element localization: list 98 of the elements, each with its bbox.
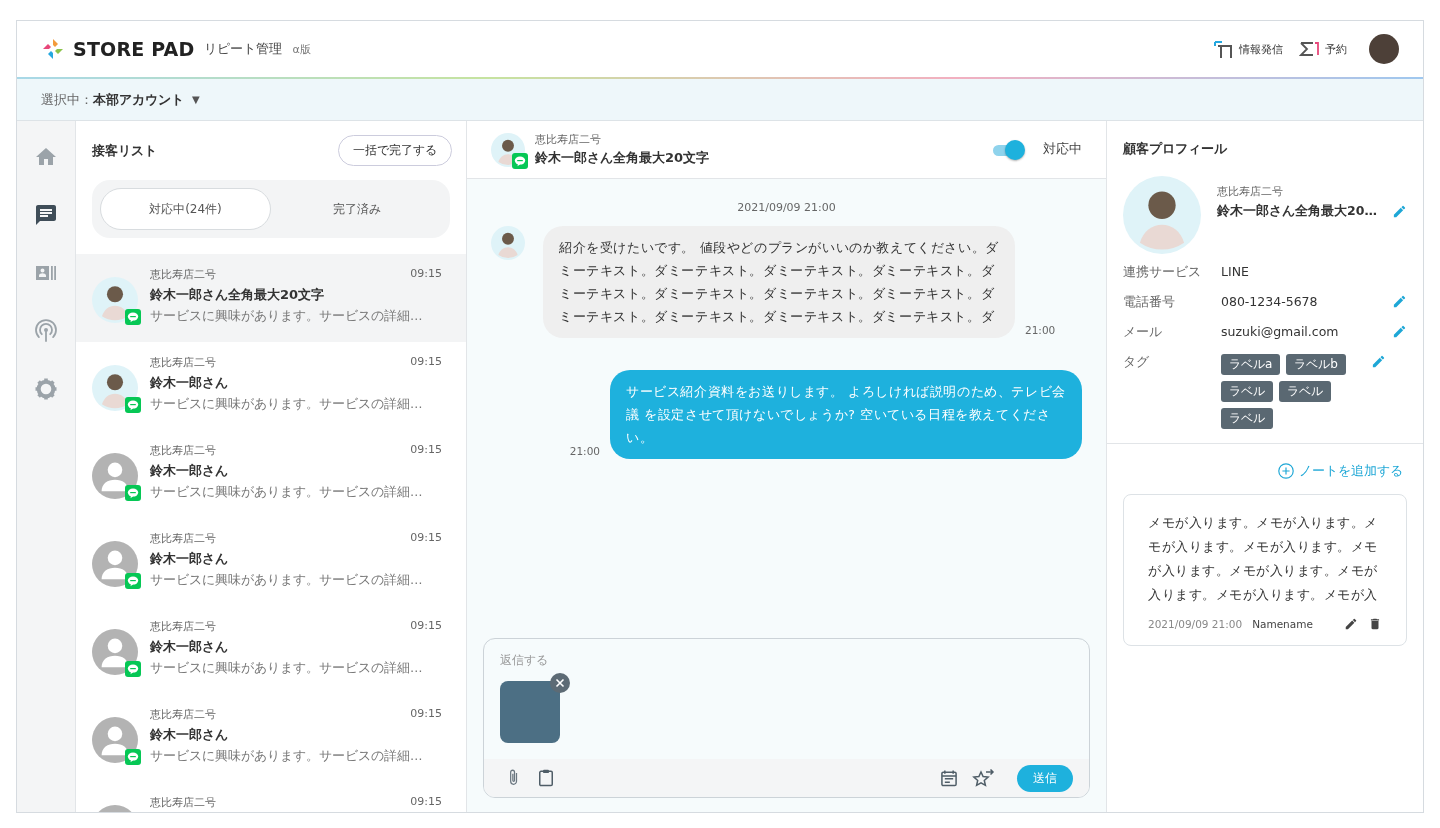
default-avatar-icon xyxy=(92,453,138,499)
message-time: 21:00 xyxy=(569,445,600,457)
chat-badge-icon xyxy=(125,661,141,677)
store-name: 恵比寿店二号 xyxy=(150,355,216,370)
customer-list-item[interactable]: 恵比寿店二号 09:15 鈴木一郎さん全角最大20文字 サービスに興味があります。サービスの詳細… xyxy=(76,254,466,342)
field-label: タグ xyxy=(1123,354,1150,371)
message-bubble: 紹介を受けたいです。 値段やどのプランがいいのか教えてください。ダミーテキスト。ダミーテキスト。ダミーテキスト。ダミーテキスト。ダミーテキスト。ダミーテキスト。ダミーテキスト。ダミーテキスト。ダミーテキスト。ダミーテキスト。ダミーテキスト。ダミーテキスト。ダ xyxy=(543,226,1015,338)
message-time: 09:15 xyxy=(410,707,442,722)
customer-list-item[interactable]: 恵比寿店二号 09:15 xyxy=(76,782,466,812)
customer-name: 鈴木一郎さん全角最大20文字 xyxy=(535,149,710,167)
message-preview: サービスに興味があります。サービスの詳細… xyxy=(150,396,424,413)
edit-icon[interactable] xyxy=(1344,617,1358,631)
store-name: 恵比寿店二号 xyxy=(150,531,216,546)
customer-name: 鈴木一郎さん全角最大20… xyxy=(1217,203,1378,220)
message-time: 09:15 xyxy=(410,355,442,370)
bulk-complete-button[interactable]: 一括で完了する xyxy=(338,135,452,166)
chat-badge-icon xyxy=(125,573,141,589)
note-author: Namename xyxy=(1252,618,1314,630)
frame-icon xyxy=(1213,39,1233,59)
tag-label: ラベルb xyxy=(1286,354,1346,375)
field-value: LINE xyxy=(1221,264,1250,279)
customer-list-item[interactable]: 恵比寿店二号 09:15 鈴木一郎さん サービスに興味があります。サービスの詳細… xyxy=(76,430,466,518)
customer-name: 鈴木一郎さん全角最大20文字 xyxy=(150,286,326,304)
field-label: 連携サービス xyxy=(1123,264,1202,281)
message-preview: サービスに興味があります。サービスの詳細… xyxy=(150,748,424,765)
store-name: 恵比寿店二号 xyxy=(150,795,216,810)
message-time: 09:15 xyxy=(410,443,442,458)
default-avatar-icon xyxy=(92,717,138,763)
version-label: α版 xyxy=(292,41,311,57)
avatar-silhouette-icon xyxy=(92,365,138,411)
avatar-silhouette-icon xyxy=(92,277,138,323)
clipboard-icon[interactable] xyxy=(536,767,556,789)
header-link[interactable]: 情報発信 xyxy=(1213,39,1283,59)
customer-list-item[interactable]: 恵比寿店二号 09:15 鈴木一郎さん サービスに興味があります。サービスの詳細… xyxy=(76,342,466,430)
status-tab[interactable]: 完了済み xyxy=(271,188,442,230)
store-name: 恵比寿店二号 xyxy=(1217,184,1284,199)
toggle-label: 対応中 xyxy=(1043,141,1082,158)
logo-icon xyxy=(41,37,65,61)
customer-name: 鈴木一郎さん xyxy=(150,374,229,392)
message-time: 09:15 xyxy=(410,531,442,546)
plus-circle-icon xyxy=(1277,462,1295,480)
customer-list-item[interactable]: 恵比寿店二号 09:15 鈴木一郎さん サービスに興味があります。サービスの詳細… xyxy=(76,694,466,782)
field-value: 080-1234-5678 xyxy=(1221,294,1319,309)
account-label: 選択中： xyxy=(41,90,93,109)
customer-list-item[interactable]: 恵比寿店二号 09:15 鈴木一郎さん サービスに興味があります。サービスの詳細… xyxy=(76,518,466,606)
store-name: 恵比寿店二号 xyxy=(535,132,602,147)
default-avatar-icon xyxy=(92,629,138,675)
chat-icon[interactable] xyxy=(34,203,58,227)
panel-title: 顧客プロフィール xyxy=(1123,141,1228,158)
header-link[interactable]: 予約 xyxy=(1299,39,1347,59)
note-text: メモが入ります。メモが入ります。メモが入ります。メモが入ります。メモが入ります。メモが入ります。メモが入ります。メモが入ります。メモが入 xyxy=(1148,514,1379,604)
star-arrow-icon[interactable] xyxy=(971,767,995,789)
default-avatar-icon xyxy=(92,541,138,587)
date-label: 2021/09/09 21:00 xyxy=(736,201,837,214)
message-time: 09:15 xyxy=(410,267,442,282)
delete-icon[interactable] xyxy=(1368,617,1382,631)
app-name: リピート管理 xyxy=(204,40,283,58)
customer-list-item[interactable]: 恵比寿店二号 09:15 鈴木一郎さん サービスに興味があります。サービスの詳細… xyxy=(76,606,466,694)
store-name: 恵比寿店二号 xyxy=(150,619,216,634)
user-avatar[interactable] xyxy=(1369,34,1399,64)
antenna-icon[interactable] xyxy=(34,319,58,343)
store-name: 恵比寿店二号 xyxy=(150,443,216,458)
avatar-silhouette-icon xyxy=(1123,176,1201,254)
tag-label: ラベル xyxy=(1221,381,1273,402)
status-tab[interactable]: 対応中(24件) xyxy=(100,188,271,230)
tag-label: ラベル xyxy=(1279,381,1331,402)
reply-input[interactable]: 返信する xyxy=(484,639,1089,673)
store-name: 恵比寿店二号 xyxy=(150,267,216,282)
chat-badge-icon xyxy=(125,309,141,325)
avatar-silhouette-icon xyxy=(491,226,525,260)
customer-name: 鈴木一郎さん xyxy=(150,638,229,656)
list-title: 接客リスト xyxy=(92,141,157,160)
status-toggle[interactable] xyxy=(991,139,1025,160)
message-time: 21:00 xyxy=(1025,324,1056,336)
message-preview: サービスに興味があります。サービスの詳細… xyxy=(150,484,424,501)
customer-name: 鈴木一郎さん xyxy=(150,726,229,744)
message-time: 09:15 xyxy=(410,795,442,810)
logo-text: STORE PAD xyxy=(73,38,195,60)
message-preview: サービスに興味があります。サービスの詳細… xyxy=(150,572,424,589)
tag-label: ラベル xyxy=(1221,408,1273,429)
settings-icon[interactable] xyxy=(34,377,58,401)
note-date: 2021/09/09 21:00 xyxy=(1148,618,1243,630)
customer-name: 鈴木一郎さん xyxy=(150,462,229,480)
field-label: メール xyxy=(1123,324,1163,341)
message-time: 09:15 xyxy=(410,619,442,634)
message-preview: サービスに興味があります。サービスの詳細… xyxy=(150,660,424,677)
chat-badge-icon xyxy=(125,485,141,501)
message-bubble: サービス紹介資料をお送りします。 よろしければ説明のため、テレビ会議 を設定させて頂けないでしょうか? 空いている日程を教えてください。 xyxy=(610,370,1082,459)
close-icon[interactable] xyxy=(550,673,570,693)
account-selector[interactable]: 本部アカウント ▼ xyxy=(93,90,200,109)
field-label: 電話番号 xyxy=(1123,294,1176,311)
store-name: 恵比寿店二号 xyxy=(150,707,216,722)
customer-name: 鈴木一郎さん xyxy=(150,550,229,568)
tag-label: ラベルa xyxy=(1221,354,1281,375)
chat-badge-icon xyxy=(125,397,141,413)
message-preview: サービスに興味があります。サービスの詳細… xyxy=(150,308,424,325)
chat-badge-icon xyxy=(125,749,141,765)
field-value: suzuki@gmail.com xyxy=(1221,324,1340,339)
